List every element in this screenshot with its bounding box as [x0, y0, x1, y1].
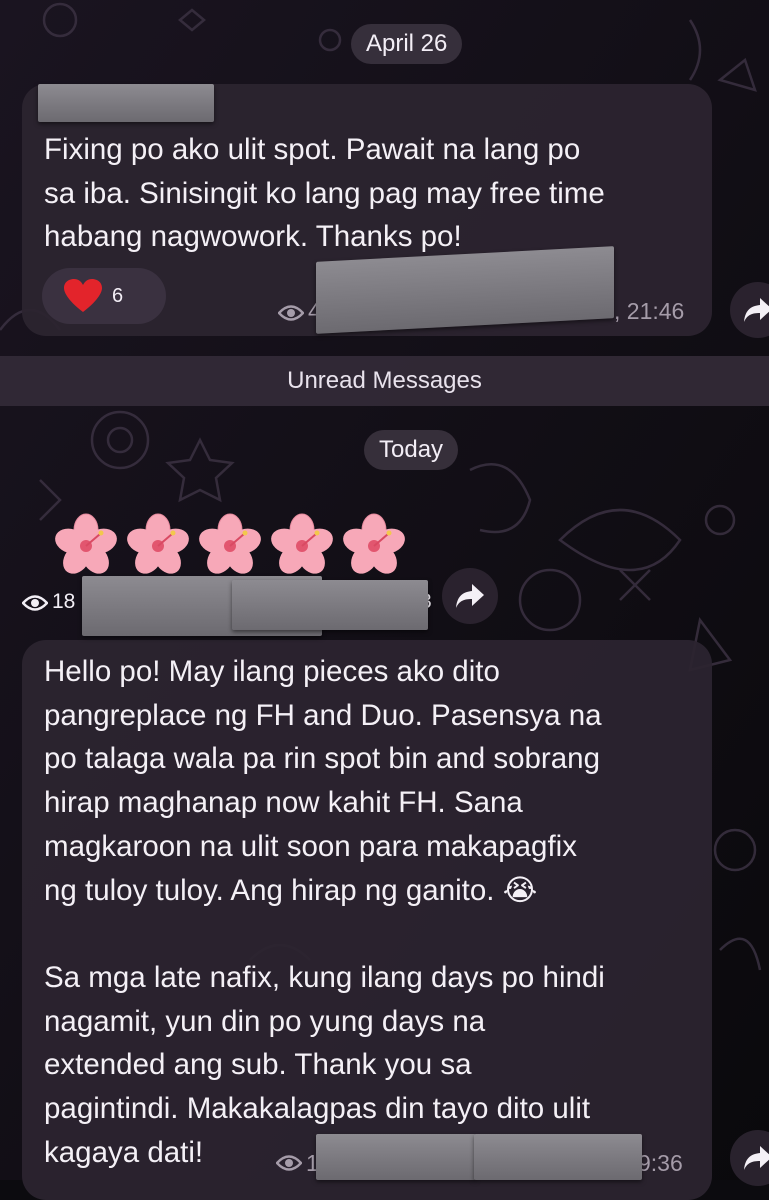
- message-text: Fixing po ako ulit spot. Pawait na lang …: [44, 133, 605, 254]
- view-count: 18: [52, 590, 76, 613]
- redacted-meta: [474, 1134, 642, 1180]
- date-separator: April 26: [351, 24, 463, 64]
- hibiscus-emoji-row: [50, 513, 410, 580]
- message-text: Hello po! May ilang pieces ako dito pang…: [44, 655, 605, 1169]
- message-time: , 21:46: [614, 298, 685, 324]
- redacted-meta: [316, 1134, 476, 1180]
- redacted-meta: [232, 580, 428, 630]
- share-arrow-icon: [744, 298, 769, 322]
- date-separator: Today: [364, 430, 459, 470]
- eye-icon: [278, 305, 304, 321]
- reaction-count: 6: [112, 284, 124, 307]
- share-arrow-icon: [456, 584, 484, 608]
- eye-icon: [22, 595, 48, 611]
- unread-messages-divider: Unread Messages: [0, 356, 769, 406]
- share-arrow-icon: [744, 1146, 769, 1170]
- emoji-message[interactable]: [50, 510, 410, 582]
- heart-icon: [64, 279, 102, 312]
- message-time: 9:36: [638, 1150, 683, 1176]
- eye-icon: [276, 1155, 302, 1171]
- forward-button[interactable]: [442, 568, 498, 624]
- message-bubble[interactable]: Hello po! May ilang pieces ako dito pang…: [22, 640, 712, 1200]
- redacted-name: [38, 84, 214, 122]
- reaction-chip[interactable]: 6: [42, 268, 166, 324]
